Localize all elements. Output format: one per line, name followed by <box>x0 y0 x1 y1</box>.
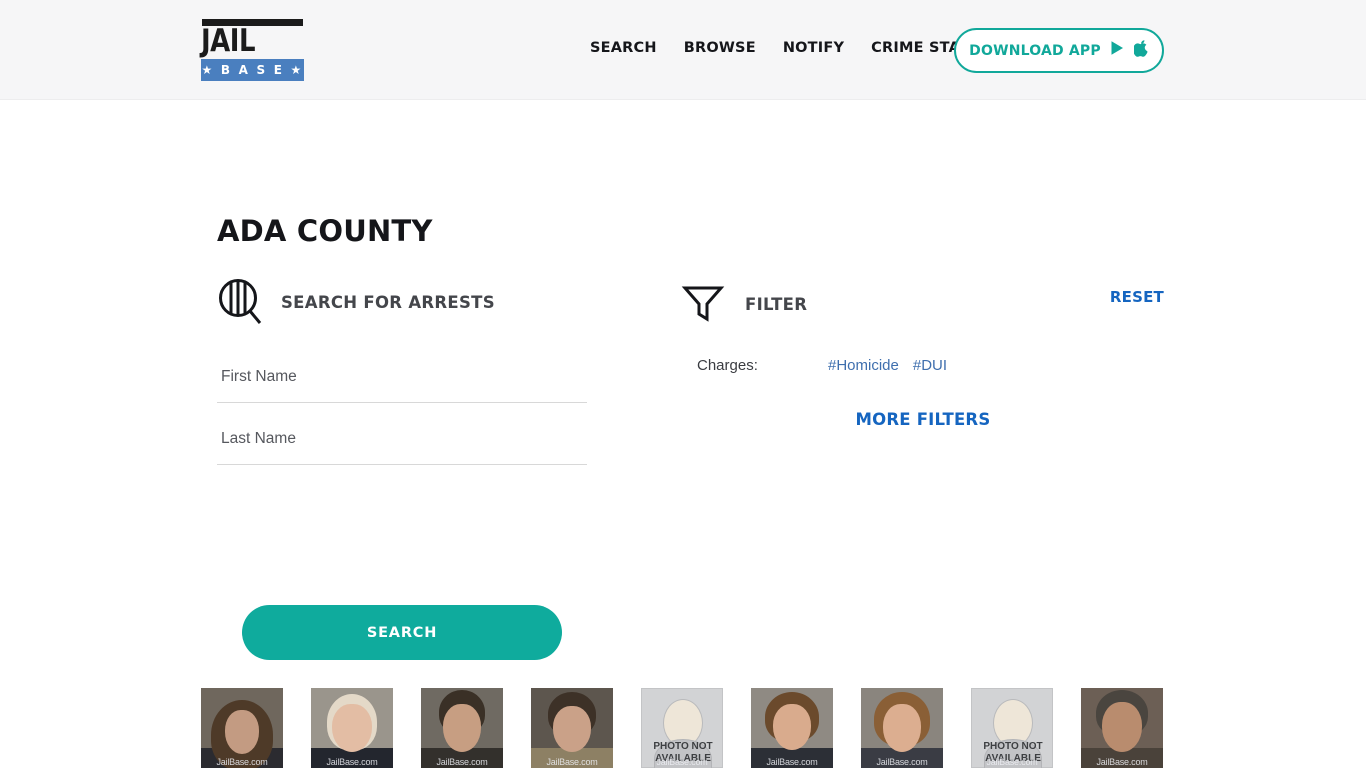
charge-tag-dui[interactable]: #DUI <box>913 357 947 374</box>
logo-base-text: ★ B A S E ★ <box>201 59 304 81</box>
last-name-field <box>217 419 587 481</box>
mugshot-thumbnail[interactable]: PHOTO NOT AVAILABLE JailBase.com <box>641 688 723 768</box>
nav-item-browse[interactable]: BROWSE <box>684 40 756 56</box>
nav-item-notify[interactable]: NOTIFY <box>783 40 844 56</box>
mugshot-thumbnail[interactable]: JailBase.com <box>311 688 393 768</box>
mugshot-thumbnail[interactable]: JailBase.com <box>861 688 943 768</box>
mugshot-watermark: JailBase.com <box>326 757 378 767</box>
search-button[interactable]: SEARCH <box>242 605 562 660</box>
main-nav: SEARCH BROWSE NOTIFY CRIME STATS <box>590 40 980 56</box>
mugshot-watermark: JailBase.com <box>656 757 708 767</box>
download-app-button[interactable]: DOWNLOAD APP <box>954 28 1164 73</box>
mugshot-thumbnail[interactable]: JailBase.com <box>531 688 613 768</box>
mugshot-watermark: JailBase.com <box>216 757 268 767</box>
mugshot-watermark: JailBase.com <box>546 757 598 767</box>
mugshot-strip: JailBase.com JailBase.com JailBase.com Jail… <box>201 688 1201 768</box>
site-header: JAIL ★ B A S E ★ SEARCH BROWSE NOTIFY CR… <box>0 0 1366 100</box>
search-panel-title: SEARCH FOR ARRESTS <box>281 292 495 312</box>
google-play-icon <box>1110 40 1125 61</box>
filter-panel-title: FILTER <box>745 295 808 314</box>
filter-panel-header: FILTER RESET <box>681 280 1165 336</box>
mugshot-photo <box>751 688 833 768</box>
page-body: ADA COUNTY SEARCH FOR ARRESTS SEARCH <box>0 100 1366 768</box>
mugshot-thumbnail[interactable]: JailBase.com <box>751 688 833 768</box>
search-for-arrests-panel: SEARCH FOR ARRESTS SEARCH <box>217 275 589 660</box>
logo[interactable]: JAIL ★ B A S E ★ <box>201 19 304 81</box>
logo-jail-text: JAIL <box>201 23 256 59</box>
first-name-field <box>217 357 587 419</box>
filter-panel: FILTER RESET Charges: #Homicide #DUI MOR… <box>681 280 1165 429</box>
last-name-input[interactable] <box>217 419 587 465</box>
charge-tag-list: #Homicide #DUI <box>828 357 947 374</box>
mugshot-watermark: JailBase.com <box>1096 757 1148 767</box>
mugshot-photo <box>201 688 283 768</box>
mugshot-photo <box>311 688 393 768</box>
jail-magnifier-icon <box>217 278 263 326</box>
mugshot-watermark: JailBase.com <box>876 757 928 767</box>
mugshot-photo <box>1081 688 1163 768</box>
photo-not-available-placeholder: PHOTO NOT AVAILABLE <box>971 688 1053 768</box>
funnel-icon <box>681 284 725 324</box>
mugshot-watermark: JailBase.com <box>986 757 1038 767</box>
charges-label: Charges: <box>697 357 758 374</box>
mugshot-thumbnail[interactable]: JailBase.com <box>421 688 503 768</box>
more-filters-link[interactable]: MORE FILTERS <box>681 410 1165 429</box>
photo-not-available-placeholder: PHOTO NOT AVAILABLE <box>641 688 723 768</box>
mugshot-thumbnail[interactable]: JailBase.com <box>201 688 283 768</box>
mugshot-photo <box>421 688 503 768</box>
reset-link[interactable]: RESET <box>1110 288 1164 306</box>
first-name-input[interactable] <box>217 357 587 403</box>
charges-filter-row: Charges: #Homicide #DUI <box>697 357 1167 379</box>
mugshot-thumbnail[interactable]: JailBase.com <box>1081 688 1163 768</box>
mugshot-photo <box>531 688 613 768</box>
nav-item-search[interactable]: SEARCH <box>590 40 657 56</box>
mugshot-thumbnail[interactable]: PHOTO NOT AVAILABLE JailBase.com <box>971 688 1053 768</box>
page-title: ADA COUNTY <box>217 214 433 249</box>
download-app-label: DOWNLOAD APP <box>969 42 1101 59</box>
mugshot-watermark: JailBase.com <box>436 757 488 767</box>
apple-icon <box>1132 39 1149 62</box>
charge-tag-homicide[interactable]: #Homicide <box>828 357 899 374</box>
mugshot-watermark: JailBase.com <box>766 757 818 767</box>
mugshot-photo <box>861 688 943 768</box>
search-panel-header: SEARCH FOR ARRESTS <box>217 275 589 329</box>
